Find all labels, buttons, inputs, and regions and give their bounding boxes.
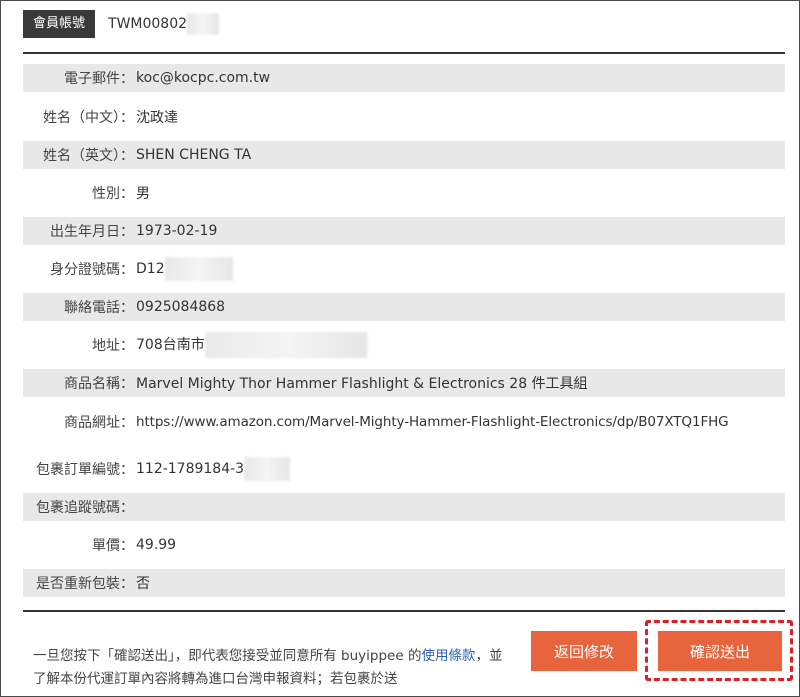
account-id: TWM00802 [108,13,220,35]
field-label: 姓名（英文）： [43,148,134,164]
notice-text: 一旦您按下「確認送出」，即代表您接受並同意所有 buyippee 的 [33,648,422,664]
field-label: 身分證號碼： [50,262,134,278]
field-repackage: 是否重新包裝： 否 [23,569,785,597]
field-name-en: 姓名（英文）： SHEN CHENG TA [23,141,785,169]
field-product-name: 商品名稱： Marvel Mighty Thor Hammer Flashlig… [23,369,785,397]
field-unit-price: 單價： 49.99 [23,531,785,559]
field-label: 出生年月日： [50,224,134,240]
field-id-number: 身分證號碼： D12 [23,255,785,283]
field-name-zh: 姓名（中文）： 沈政達 [23,103,785,131]
field-label: 商品網址： [64,415,134,431]
field-value: 男 [136,186,150,202]
field-label: 包裹訂單編號： [36,462,134,478]
field-order-number: 包裹訂單編號： 112-1789184-3 [23,455,785,483]
field-phone: 聯絡電話： 0925084868 [23,293,785,321]
field-product-url: 商品網址： https://www.amazon.com/Marvel-Migh… [23,408,785,436]
field-value: D12 [136,257,233,281]
terms-notice: 一旦您按下「確認送出」，即代表您接受並同意所有 buyippee 的使用條款，並… [33,645,503,691]
field-label: 地址： [92,338,134,354]
field-email: 電子郵件： koc@kocpc.com.tw [23,64,785,92]
field-value: 49.99 [136,537,177,553]
field-value: 112-1789184-3 [136,457,291,481]
account-header: 會員帳號 TWM00802 [23,10,220,38]
field-label: 是否重新包裝： [36,576,134,592]
field-label: 姓名（中文）： [43,110,134,126]
field-value: https://www.amazon.com/Marvel-Mighty-Ham… [136,414,729,430]
field-gender: 性別： 男 [23,179,785,207]
field-value: 0925084868 [136,299,226,315]
field-label: 電子郵件： [64,71,134,87]
account-badge: 會員帳號 [23,10,96,38]
confirm-submit-button[interactable]: 確認送出 [658,631,782,671]
field-label: 性別： [92,186,134,202]
field-label: 包裹追蹤號碼： [36,500,134,516]
field-value: koc@kocpc.com.tw [136,70,271,86]
field-label: 單價： [92,538,134,554]
field-label: 聯絡電話： [64,300,134,316]
terms-link[interactable]: 使用條款 [421,648,475,664]
field-tracking-number: 包裹追蹤號碼： [23,493,785,521]
field-value: 1973-02-19 [136,223,218,239]
field-value: 否 [136,576,150,592]
field-birthdate: 出生年月日： 1973-02-19 [23,217,785,245]
back-edit-button[interactable]: 返回修改 [531,631,637,671]
field-label: 商品名稱： [64,376,134,392]
field-value: 沈政達 [136,110,178,126]
field-address: 地址： 708台南市 [23,331,785,359]
field-value: Marvel Mighty Thor Hammer Flashlight & E… [136,376,588,392]
field-value: SHEN CHENG TA [136,147,252,163]
bottom-divider [23,610,785,612]
top-divider [23,52,785,54]
field-value: 708台南市 [136,332,367,358]
